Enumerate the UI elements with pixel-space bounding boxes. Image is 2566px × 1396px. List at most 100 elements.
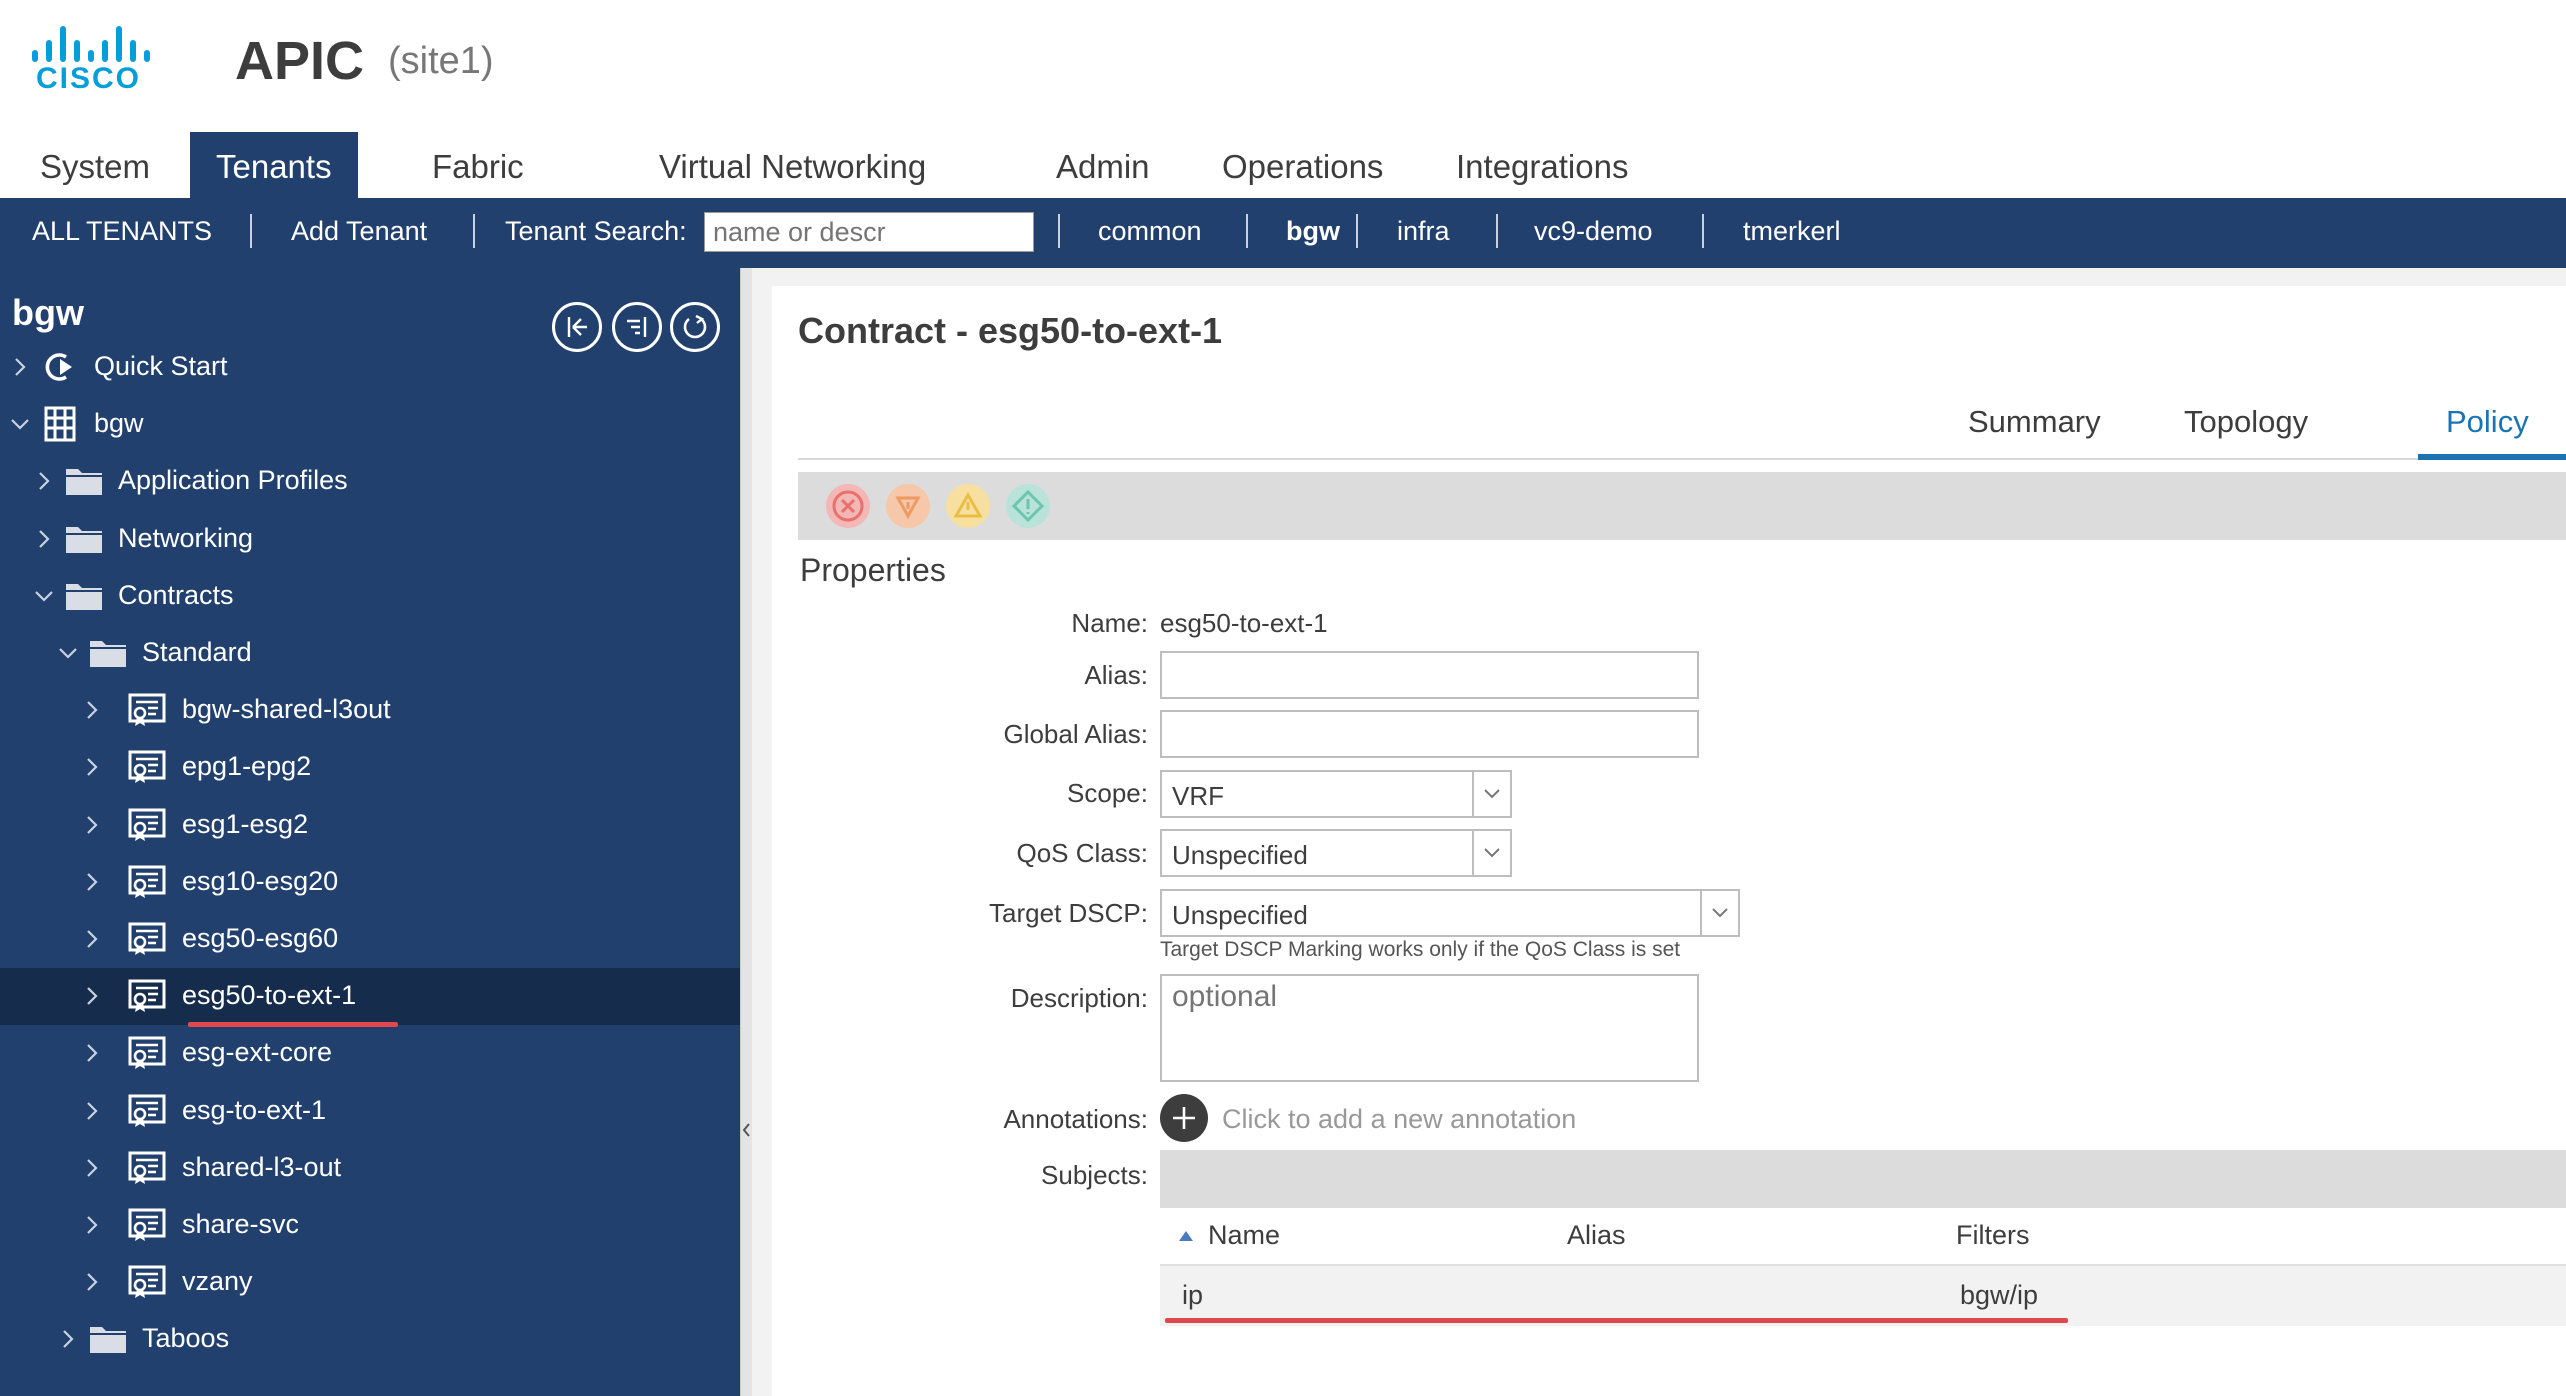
tenant-link-vc9-demo[interactable]: vc9-demo	[1534, 216, 1653, 247]
qos-class-select[interactable]: Unspecified	[1160, 829, 1512, 877]
tree-node-esg50-to-ext-1[interactable]: esg50-to-ext-1	[0, 968, 740, 1026]
page-title: Contract - esg50-to-ext-1	[798, 310, 1223, 351]
chevron-right-icon[interactable]	[78, 811, 106, 839]
chevron-down-icon[interactable]	[1472, 831, 1510, 875]
tree-node-esg1-esg2[interactable]: esg1-esg2	[0, 797, 740, 854]
alias-input[interactable]	[1160, 651, 1699, 699]
chevron-right-icon[interactable]	[78, 868, 106, 896]
chevron-down-icon[interactable]	[6, 410, 34, 438]
tree-node-taboos[interactable]: Taboos	[0, 1311, 740, 1368]
qos-class-value: Unspecified	[1172, 840, 1308, 870]
contract-icon	[128, 1264, 168, 1300]
annotations-label: Annotations:	[1003, 1104, 1148, 1134]
nav-tab-admin[interactable]: Admin	[1030, 132, 1176, 198]
chevron-right-icon[interactable]	[78, 1268, 106, 1296]
tenant-link-tmerkerl[interactable]: tmerkerl	[1743, 216, 1841, 247]
contract-icon	[128, 749, 168, 785]
add-tenant-link[interactable]: Add Tenant	[291, 216, 427, 247]
pane-splitter[interactable]	[740, 268, 752, 1396]
fault-counts-bar	[798, 472, 2566, 540]
nav-tab-fabric[interactable]: Fabric	[406, 132, 550, 198]
contract-icon	[128, 1093, 168, 1129]
tree-node-contracts[interactable]: Contracts	[0, 568, 740, 625]
tab-summary[interactable]: Summary	[1968, 404, 2101, 440]
nav-tab-system[interactable]: System	[14, 132, 176, 198]
tenant-link-infra[interactable]: infra	[1397, 216, 1450, 247]
tab-topology[interactable]: Topology	[2184, 404, 2308, 440]
add-annotation-button[interactable]	[1160, 1094, 1208, 1142]
column-header-alias[interactable]: Alias	[1567, 1220, 1626, 1251]
chevron-down-icon[interactable]	[30, 582, 58, 610]
tree-node-label: esg-to-ext-1	[182, 1094, 327, 1125]
critical-fault-icon[interactable]	[826, 484, 870, 528]
tree-node-standard[interactable]: Standard	[0, 625, 740, 682]
collapse-arrow-icon[interactable]	[742, 1118, 750, 1142]
divider	[250, 214, 252, 248]
tree-node-esg-ext-core[interactable]: esg-ext-core	[0, 1025, 740, 1082]
tree-node-label: Quick Start	[94, 351, 228, 381]
tree-node-bgw-shared-l3out[interactable]: bgw-shared-l3out	[0, 682, 740, 739]
tree-node-bgw[interactable]: bgw	[0, 396, 740, 453]
description-textarea[interactable]	[1160, 974, 1699, 1082]
scope-select[interactable]: VRF	[1160, 770, 1512, 818]
tree-node-application-profiles[interactable]: Application Profiles	[0, 453, 740, 510]
description-label: Description:	[1010, 983, 1148, 1013]
tenant-link-common[interactable]: common	[1098, 216, 1202, 247]
tree-node-quick-start[interactable]: Quick Start	[0, 339, 740, 396]
tree-node-vzany[interactable]: vzany	[0, 1254, 740, 1311]
sort-ascending-icon[interactable]	[1178, 1230, 1194, 1242]
column-header-name[interactable]: Name	[1208, 1220, 1280, 1251]
subject-name-cell[interactable]: ip	[1182, 1280, 1203, 1311]
tree-node-shared-l3-out[interactable]: shared-l3-out	[0, 1140, 740, 1197]
chevron-right-icon[interactable]	[78, 925, 106, 953]
tree-node-label: shared-l3-out	[182, 1151, 342, 1182]
minor-fault-icon[interactable]	[946, 484, 990, 528]
chevron-right-icon[interactable]	[78, 982, 106, 1010]
table-row[interactable]: ip bgw/ip	[1160, 1266, 2566, 1326]
add-annotation-hint[interactable]: Click to add a new annotation	[1222, 1104, 1576, 1135]
column-header-filters[interactable]: Filters	[1956, 1220, 2030, 1251]
tenant-subnav: ALL TENANTS Add Tenant Tenant Search: co…	[0, 198, 2566, 268]
chevron-right-icon[interactable]	[78, 1039, 106, 1067]
contract-icon	[128, 864, 168, 900]
tenant-search-input[interactable]	[704, 212, 1034, 252]
warning-fault-icon[interactable]	[1006, 484, 1050, 528]
divider	[473, 214, 475, 248]
tree-node-networking[interactable]: Networking	[0, 511, 740, 568]
tree-node-esg-to-ext-1[interactable]: esg-to-ext-1	[0, 1083, 740, 1140]
chevron-right-icon[interactable]	[30, 525, 58, 553]
tree-node-label: esg50-to-ext-1	[182, 980, 357, 1011]
chevron-right-icon[interactable]	[78, 696, 106, 724]
chevron-down-icon[interactable]	[1700, 891, 1738, 935]
chevron-right-icon[interactable]	[78, 753, 106, 781]
global-alias-label: Global Alias:	[1003, 719, 1148, 749]
target-dscp-select[interactable]: Unspecified	[1160, 889, 1740, 937]
chevron-down-icon[interactable]	[54, 639, 82, 667]
chevron-right-icon[interactable]	[30, 467, 58, 495]
tree-node-esg50-esg60[interactable]: esg50-esg60	[0, 911, 740, 968]
chevron-right-icon[interactable]	[78, 1097, 106, 1125]
nav-tab-integrations[interactable]: Integrations	[1430, 132, 1654, 198]
divider	[1496, 214, 1498, 248]
global-alias-input[interactable]	[1160, 710, 1699, 758]
cisco-logo[interactable]: CISCO	[28, 22, 158, 102]
tree-node-share-svc[interactable]: share-svc	[0, 1197, 740, 1254]
chevron-right-icon[interactable]	[78, 1154, 106, 1182]
chevron-down-icon[interactable]	[1472, 772, 1510, 816]
main-nav: System Tenants Fabric Virtual Networking…	[0, 132, 2566, 198]
tree-node-label: esg10-esg20	[182, 865, 339, 896]
navigation-sidebar: bgw Quick Start bgw Application Profiles Ne…	[0, 268, 740, 1396]
nav-tab-operations[interactable]: Operations	[1196, 132, 1409, 198]
tree-node-esg10-esg20[interactable]: esg10-esg20	[0, 854, 740, 911]
nav-tab-virtual-networking[interactable]: Virtual Networking	[633, 132, 952, 198]
tab-policy[interactable]: Policy	[2446, 404, 2529, 440]
folder-icon	[64, 578, 104, 614]
tree-node-epg1-epg2[interactable]: epg1-epg2	[0, 739, 740, 796]
chevron-right-icon[interactable]	[78, 1211, 106, 1239]
all-tenants-link[interactable]: ALL TENANTS	[32, 216, 212, 247]
chevron-right-icon[interactable]	[6, 353, 34, 381]
major-fault-icon[interactable]	[886, 484, 930, 528]
chevron-right-icon[interactable]	[54, 1325, 82, 1353]
tenant-link-bgw[interactable]: bgw	[1286, 216, 1340, 247]
nav-tab-tenants[interactable]: Tenants	[190, 132, 358, 198]
